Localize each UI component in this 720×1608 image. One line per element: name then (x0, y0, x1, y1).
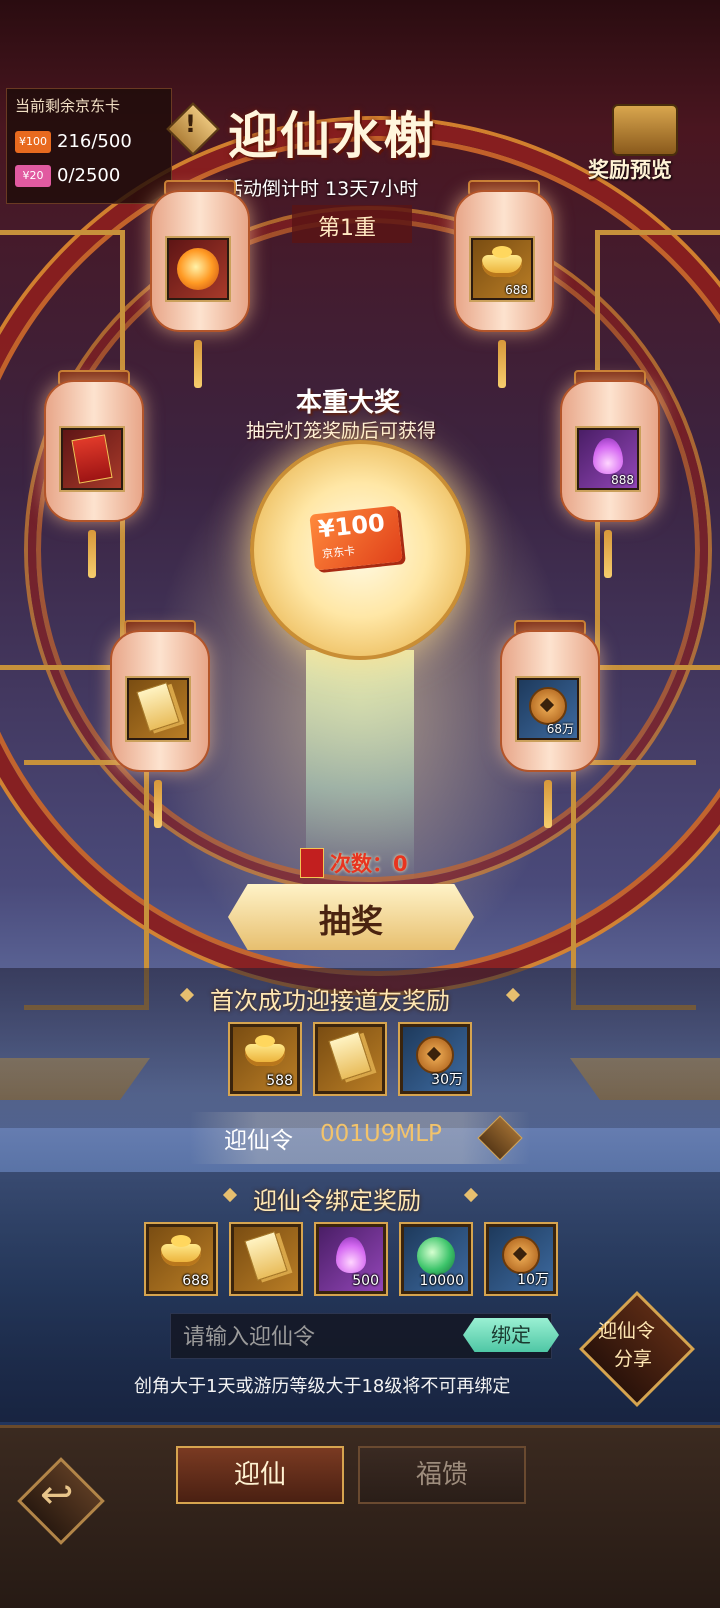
lantern-4-reward: 888 (575, 426, 641, 492)
first-reward-count-1: 588 (266, 1073, 293, 1089)
lantern-1-reward (165, 236, 231, 302)
lantern-3-reward (59, 426, 125, 492)
bind-reward-item-2[interactable] (229, 1222, 303, 1296)
first-reward-title: 首次成功迎接道友奖励 (210, 987, 450, 1015)
fire-orb-icon (177, 248, 219, 290)
code-input[interactable] (171, 1314, 455, 1360)
lantern-2-reward: 688 (469, 236, 535, 302)
card-100-row: ¥100 216/500 (15, 131, 132, 155)
red-envelope-icon (71, 434, 113, 484)
lantern-2-count: 688 (505, 283, 528, 297)
remaining-cards-panel: 当前剩余京东卡 ¥100 216/500 ¥20 0/2500 (6, 88, 172, 204)
share-button-line1: 迎仙令 (598, 1320, 656, 1342)
page-title: 迎仙水榭 (228, 106, 436, 165)
gold-ingot-icon (161, 1235, 201, 1267)
gold-ingot-icon (245, 1035, 285, 1067)
share-button-line2: 分享 (614, 1348, 653, 1370)
code-value: 001U9MLP (320, 1121, 442, 1147)
lantern-6-count: 68万 (546, 722, 574, 736)
purple-flame-icon (593, 437, 623, 474)
exclamation-icon: ! (185, 110, 196, 138)
draw-ticket-icon (300, 848, 324, 878)
lantern-5[interactable] (110, 620, 210, 828)
golden-ticket-icon (244, 1231, 288, 1282)
gold-ingot-icon (482, 245, 522, 277)
bind-reward-title: 迎仙令绑定奖励 (253, 1187, 421, 1215)
bind-reward-count-4: 10000 (419, 1273, 464, 1289)
lantern-6-reward: 68万 (515, 676, 581, 742)
bind-reward-item-4[interactable]: 10000 (399, 1222, 473, 1296)
jd-card-100-tag: ¥100 (15, 131, 51, 153)
lantern-3[interactable] (44, 370, 144, 578)
light-beam (306, 650, 414, 880)
first-reward-item-2[interactable] (313, 1022, 387, 1096)
bind-reward-count-1: 688 (182, 1273, 209, 1289)
lantern-4[interactable]: 888 (560, 370, 660, 578)
event-screen: 当前剩余京东卡 ¥100 216/500 ¥20 0/2500 ! 迎仙水榭 活动倒… (0, 0, 720, 1608)
first-reward-item-3[interactable]: 30万 (398, 1022, 472, 1096)
copper-coin-icon (529, 686, 567, 725)
grand-prize-card-label: 京东卡 (321, 544, 356, 561)
card-20-row: ¥20 0/2500 (15, 165, 120, 189)
draw-button-label: 抽奖 (318, 902, 383, 940)
lantern-2[interactable]: 688 (454, 180, 554, 388)
card-100-value: 216/500 (57, 131, 132, 152)
treasure-chest-icon[interactable] (612, 104, 678, 156)
lantern-4-count: 888 (611, 473, 634, 487)
grand-prize-title: 本重大奖 (296, 388, 401, 418)
first-reward-item-1[interactable]: 588 (228, 1022, 302, 1096)
stage-label: 第1重 (318, 216, 376, 241)
bind-reward-count-5: 10万 (517, 1272, 549, 1288)
countdown-text: 活动倒计时 13天7小时 (224, 178, 419, 200)
bind-note: 创角大于1天或游历等级大于18级将不可再绑定 (134, 1376, 511, 1397)
draw-count: 次数：0 (330, 852, 408, 876)
bind-reward-item-5[interactable]: 10万 (484, 1222, 558, 1296)
jd-card-20-tag: ¥20 (15, 165, 51, 187)
golden-ticket-icon (328, 1031, 372, 1082)
bind-reward-count-3: 500 (352, 1273, 379, 1289)
purple-flame-icon (336, 1237, 366, 1274)
green-orb-icon (417, 1237, 455, 1276)
card-20-value: 0/2500 (57, 165, 121, 186)
lantern-6[interactable]: 68万 (500, 620, 600, 828)
back-arrow-icon: ↩ (40, 1472, 74, 1518)
tab-fukui[interactable]: 福馈 (358, 1446, 526, 1504)
first-reward-count-3: 30万 (431, 1072, 463, 1088)
code-input-box: 绑定 (170, 1313, 559, 1360)
bind-button[interactable]: 绑定 (463, 1318, 559, 1352)
grand-prize-subtitle: 抽完灯笼奖励后可获得 (246, 420, 437, 442)
lantern-5-reward (125, 676, 191, 742)
code-label: 迎仙令 (224, 1128, 293, 1154)
bottom-nav: ↩ 迎仙 福馈 (0, 1425, 720, 1608)
lantern-1[interactable] (150, 180, 250, 388)
bind-reward-item-1[interactable]: 688 (144, 1222, 218, 1296)
remaining-cards-header: 当前剩余京东卡 (15, 97, 121, 115)
draw-button[interactable]: 抽奖 (228, 884, 474, 950)
bind-reward-item-3[interactable]: 500 (314, 1222, 388, 1296)
golden-ticket-icon (136, 681, 180, 732)
tab-yingxian[interactable]: 迎仙 (176, 1446, 344, 1504)
reward-preview-button[interactable]: 奖励预览 (588, 154, 672, 184)
